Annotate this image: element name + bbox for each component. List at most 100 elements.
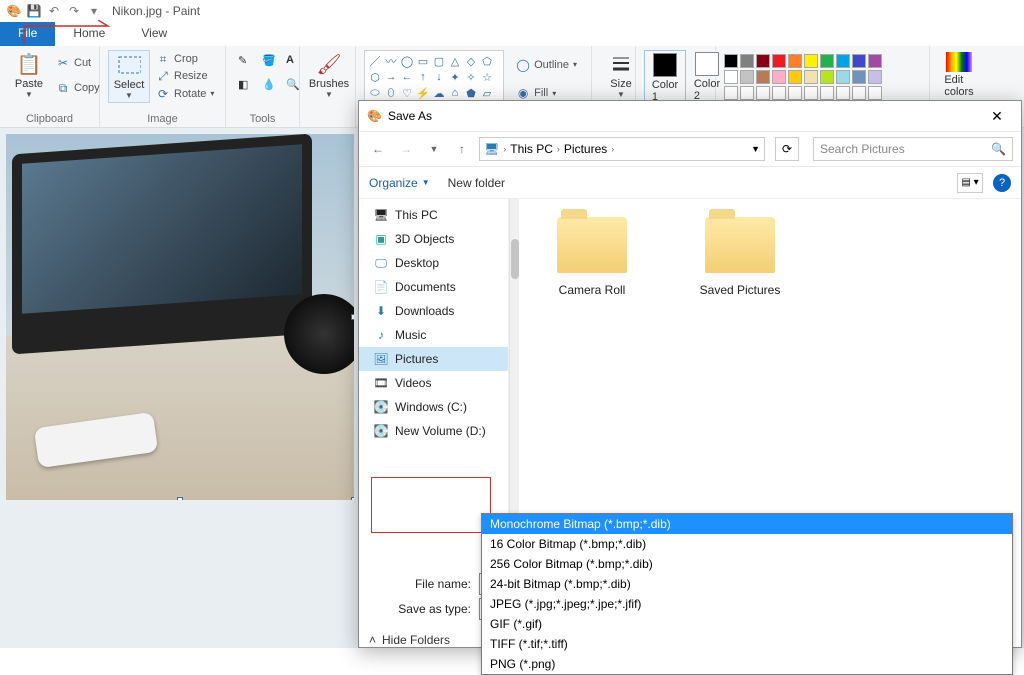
folder-saved-pictures[interactable]: Saved Pictures [685,217,795,297]
resize-handle[interactable] [351,314,354,320]
tree-videos[interactable]: 🎞Videos [359,371,508,395]
chevron-down-icon: ▼ [25,90,33,99]
empty-swatch[interactable] [852,86,866,100]
fill-icon[interactable]: 🪣 [262,54,282,74]
resize-handle[interactable] [351,497,354,500]
picker-icon[interactable]: 💧 [262,78,282,98]
chevron-down-icon[interactable]: ▼ [751,144,760,154]
tree-drive-c[interactable]: 💽Windows (C:) [359,395,508,419]
tree-documents[interactable]: 📄Documents [359,275,508,299]
edit-colors-button[interactable]: Edit colors [938,50,980,100]
undo-icon[interactable]: ↶ [46,3,62,19]
resize-button[interactable]: ⤢Resize [154,69,216,83]
color-swatch[interactable] [756,70,770,84]
save-icon[interactable]: 💾 [26,3,42,19]
color-swatch[interactable] [724,70,738,84]
empty-swatch[interactable] [788,86,802,100]
folder-content[interactable]: Camera Roll Saved Pictures [519,199,1021,564]
color-swatch[interactable] [852,54,866,68]
refresh-button[interactable]: ⟳ [775,137,799,161]
folder-camera-roll[interactable]: Camera Roll [537,217,647,297]
color-swatch[interactable] [772,54,786,68]
crop-button[interactable]: ⌗Crop [154,52,216,66]
empty-swatch[interactable] [836,86,850,100]
paste-button[interactable]: 📋 Paste ▼ [8,50,50,101]
tree-desktop[interactable]: 🖵Desktop [359,251,508,275]
empty-swatch[interactable] [820,86,834,100]
menu-view[interactable]: View [123,22,185,46]
crumb-pc[interactable]: This PC [510,142,553,156]
type-option[interactable]: Monochrome Bitmap (*.bmp;*.dib) [482,514,1012,534]
fill-option-button[interactable]: ◉Fill ▾ [514,86,579,100]
copy-button[interactable]: ⧉Copy [54,81,102,95]
empty-swatch[interactable] [868,86,882,100]
color-swatch[interactable] [740,54,754,68]
help-icon[interactable]: ? [993,174,1011,192]
color-swatch[interactable] [820,54,834,68]
color1-button[interactable]: Color 1 [644,50,686,106]
empty-swatch[interactable] [772,86,786,100]
type-option[interactable]: TIFF (*.tif;*.tiff) [482,634,1012,654]
forward-button[interactable]: → [395,138,417,160]
pencil-icon[interactable]: ✎ [238,54,258,74]
color-swatch[interactable] [852,70,866,84]
tree-downloads[interactable]: ⬇Downloads [359,299,508,323]
outline-button[interactable]: ◯Outline ▾ [514,58,579,72]
color-swatch[interactable] [724,54,738,68]
color-swatch[interactable] [820,70,834,84]
cube-icon: ▣ [373,231,389,247]
tree-3d-objects[interactable]: ▣3D Objects [359,227,508,251]
canvas-image[interactable] [6,134,354,500]
hide-folders-toggle[interactable]: ˄ Hide Folders [369,633,450,647]
type-option[interactable]: 256 Color Bitmap (*.bmp;*.dib) [482,554,1012,574]
color-swatch[interactable] [804,54,818,68]
menu-home[interactable]: Home [55,22,123,46]
breadcrumb-bar[interactable]: 🖥 › This PC › Pictures › ▼ [479,137,765,161]
close-button[interactable]: ✕ [981,104,1013,128]
color-swatch[interactable] [868,70,882,84]
tree-this-pc[interactable]: 🖥This PC [359,203,508,227]
empty-swatch[interactable] [804,86,818,100]
bucket-icon: ◉ [516,86,530,100]
type-option[interactable]: JPEG (*.jpg;*.jpeg;*.jpe;*.jfif) [482,594,1012,614]
view-mode-button[interactable]: ▤ ▾ [957,173,983,193]
type-option[interactable]: GIF (*.gif) [482,614,1012,634]
color-swatch[interactable] [804,70,818,84]
cut-button[interactable]: ✂Cut [54,56,102,70]
empty-swatch[interactable] [756,86,770,100]
back-button[interactable]: ← [367,138,389,160]
tree-music[interactable]: ♪Music [359,323,508,347]
eraser-icon[interactable]: ◧ [238,78,258,98]
rotate-button[interactable]: ⟳Rotate ▾ [154,87,216,101]
color-swatch[interactable] [740,70,754,84]
qat-dropdown-icon[interactable]: ▾ [86,3,102,19]
recent-dropdown[interactable]: ▼ [423,138,445,160]
crumb-folder[interactable]: Pictures [564,142,607,156]
color-swatch[interactable] [836,70,850,84]
type-option[interactable]: 24-bit Bitmap (*.bmp;*.dib) [482,574,1012,594]
redo-icon[interactable]: ↷ [66,3,82,19]
search-input[interactable]: Search Pictures 🔍 [813,137,1013,161]
type-option[interactable]: PNG (*.png) [482,654,1012,674]
menu-file[interactable]: File [0,22,55,46]
up-button[interactable]: ↑ [451,138,473,160]
tree-drive-d[interactable]: 💽New Volume (D:) [359,419,508,443]
brushes-button[interactable]: 🖌 Brushes ▼ [308,50,350,101]
select-button[interactable]: Select ▼ [108,50,150,103]
empty-swatch[interactable] [724,86,738,100]
color-swatch[interactable] [772,70,786,84]
organize-button[interactable]: Organize▼ [369,176,430,190]
color-swatch[interactable] [836,54,850,68]
tree-pictures[interactable]: 🖼Pictures [359,347,508,371]
type-option[interactable]: 16 Color Bitmap (*.bmp;*.dib) [482,534,1012,554]
monitor-icon: 🖥 [373,207,389,223]
color-swatch[interactable] [868,54,882,68]
new-folder-button[interactable]: New folder [448,176,505,190]
color-swatch[interactable] [756,54,770,68]
resize-handle[interactable] [177,497,183,500]
color-swatch[interactable] [788,70,802,84]
empty-swatch[interactable] [740,86,754,100]
color-swatch[interactable] [788,54,802,68]
tree-scrollbar[interactable] [509,199,519,564]
saveastype-dropdown[interactable]: Monochrome Bitmap (*.bmp;*.dib)16 Color … [481,513,1013,675]
